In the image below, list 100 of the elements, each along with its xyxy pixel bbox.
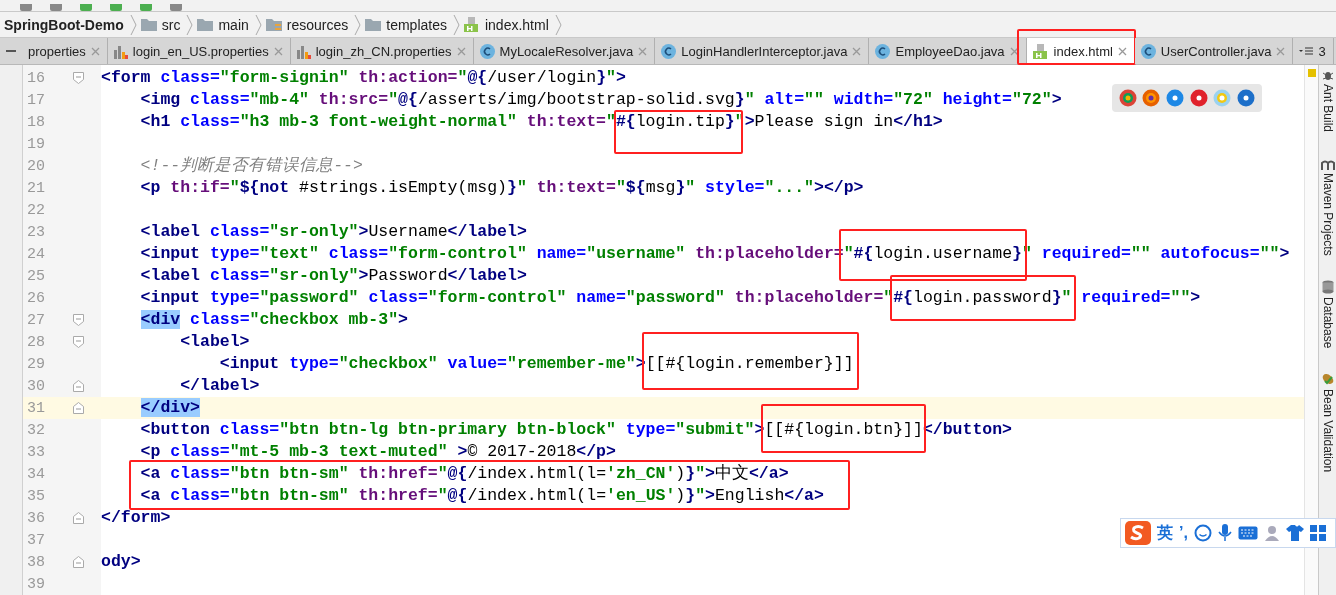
tool-window-button[interactable]: Bean Validation bbox=[1320, 372, 1335, 473]
maven-icon bbox=[1320, 160, 1335, 171]
bar-chart-icon bbox=[296, 43, 311, 59]
breadcrumb-item[interactable]: resources bbox=[261, 16, 355, 33]
code-line: ody> bbox=[101, 551, 141, 573]
punctuation-mode-label[interactable]: ’, bbox=[1179, 524, 1188, 542]
class-icon bbox=[1140, 43, 1156, 59]
chevron-icon bbox=[354, 13, 362, 36]
close-icon[interactable] bbox=[90, 46, 100, 56]
line-number: 34 bbox=[26, 465, 46, 483]
toolbar-icon[interactable] bbox=[80, 4, 92, 11]
line-number: 39 bbox=[26, 575, 46, 593]
class-icon bbox=[661, 43, 677, 59]
chevron-icon bbox=[129, 13, 137, 36]
line-number: 33 bbox=[26, 443, 46, 461]
line-number: 38 bbox=[26, 553, 46, 571]
folder-icon bbox=[365, 18, 382, 31]
toolbar-icon[interactable] bbox=[20, 4, 32, 11]
class-icon bbox=[875, 43, 891, 59]
code-line: </form> bbox=[101, 507, 171, 529]
fold-marker-icon[interactable] bbox=[73, 556, 84, 568]
toolbar-icon[interactable] bbox=[170, 4, 182, 11]
line-number: 18 bbox=[26, 113, 46, 131]
fold-marker-icon[interactable] bbox=[73, 402, 84, 414]
line-number: 24 bbox=[26, 245, 46, 263]
chevron-icon bbox=[452, 13, 460, 36]
grid-icon[interactable] bbox=[1309, 525, 1326, 541]
code-line: <img class="mb-4" th:src="@{/asserts/img/bootstrap-solid.svg}" alt="" width="72" height="72"> bbox=[139, 89, 1062, 111]
editor-tab[interactable]: UserController.java bbox=[1134, 38, 1294, 64]
line-number: 26 bbox=[26, 289, 46, 307]
code-line: <p class="mt-5 mb-3 text-muted" >© 2017-2018</p> bbox=[139, 441, 616, 463]
breadcrumb-item[interactable]: SpringBoot-Demo bbox=[0, 16, 130, 33]
html-file-icon bbox=[1032, 43, 1049, 59]
line-number: 19 bbox=[26, 135, 46, 153]
smiley-icon[interactable] bbox=[1193, 524, 1212, 542]
list-icon bbox=[1299, 46, 1314, 56]
line-number: 16 bbox=[26, 69, 46, 87]
browser-icon[interactable] bbox=[1142, 89, 1161, 107]
tool-window-button[interactable]: Ant Build bbox=[1320, 69, 1335, 133]
line-number: 27 bbox=[26, 311, 46, 329]
bug-icon bbox=[1321, 69, 1334, 81]
microphone-icon[interactable] bbox=[1217, 524, 1232, 542]
chevron-icon bbox=[186, 13, 194, 36]
keyboard-icon[interactable] bbox=[1237, 526, 1258, 540]
line-number: 31 bbox=[26, 399, 46, 417]
editor-tab[interactable]: index.html bbox=[1026, 38, 1135, 64]
line-number: 29 bbox=[26, 355, 46, 373]
line-number: 22 bbox=[26, 201, 46, 219]
code-line: <p th:if="${not #strings.isEmpty(msg)}" th:text="${msg}" style="..."></p> bbox=[139, 177, 864, 199]
close-icon[interactable] bbox=[1117, 46, 1127, 56]
tool-window-button[interactable]: Database bbox=[1320, 279, 1335, 349]
warning-marker-icon bbox=[1308, 69, 1316, 77]
fold-marker-icon[interactable] bbox=[73, 72, 84, 84]
run-icon[interactable] bbox=[110, 4, 122, 11]
debug-icon[interactable] bbox=[140, 4, 152, 11]
tool-window-button[interactable]: Maven Projects bbox=[1320, 160, 1335, 256]
close-icon[interactable] bbox=[638, 46, 648, 56]
line-number: 28 bbox=[26, 333, 46, 351]
folder-icon bbox=[197, 18, 214, 31]
close-icon[interactable] bbox=[1276, 46, 1286, 56]
close-icon[interactable] bbox=[1009, 46, 1019, 56]
breadcrumb-item[interactable]: main bbox=[193, 16, 255, 33]
input-method-logo-icon[interactable] bbox=[1125, 521, 1151, 545]
line-number: 20 bbox=[26, 157, 46, 175]
line-number: 37 bbox=[26, 531, 46, 549]
browser-icon[interactable] bbox=[1118, 89, 1137, 107]
breadcrumb-item[interactable]: index.html bbox=[459, 16, 555, 33]
close-icon[interactable] bbox=[456, 46, 466, 56]
line-number: 35 bbox=[26, 487, 46, 505]
browser-icon[interactable] bbox=[1166, 89, 1185, 107]
code-line: <label class="sr-only">Username</label> bbox=[139, 221, 527, 243]
chevron-icon bbox=[254, 13, 262, 36]
code-line: <form class="form-signin" th:action="@{/user/login}"> bbox=[101, 67, 626, 89]
line-number: 23 bbox=[26, 223, 46, 241]
browser-icon[interactable] bbox=[1237, 89, 1256, 107]
bar-chart-icon bbox=[113, 43, 128, 59]
breadcrumb-item[interactable]: templates bbox=[361, 16, 453, 33]
breadcrumb-item[interactable]: src bbox=[136, 16, 187, 33]
shirt-icon[interactable] bbox=[1285, 525, 1304, 541]
database-icon bbox=[1321, 279, 1334, 294]
line-number: 30 bbox=[26, 377, 46, 395]
toolbar-icon[interactable] bbox=[50, 4, 62, 11]
input-mode-label[interactable]: 英 bbox=[1157, 522, 1173, 544]
line-number: 32 bbox=[26, 421, 46, 439]
fold-marker-icon[interactable] bbox=[73, 380, 84, 392]
fold-marker-icon[interactable] bbox=[73, 512, 84, 524]
code-line: <!--判断是否有错误信息--> bbox=[139, 155, 363, 177]
line-number: 17 bbox=[26, 91, 46, 109]
code-line: </label> bbox=[179, 375, 260, 397]
browser-icon[interactable] bbox=[1189, 89, 1208, 107]
code-line: <a class="btn btn-sm" th:href="@{/index.html(l='en_US')}">English</a> bbox=[139, 485, 824, 507]
close-icon[interactable] bbox=[852, 46, 862, 56]
user-icon[interactable] bbox=[1263, 525, 1280, 541]
fold-marker-icon[interactable] bbox=[73, 314, 84, 326]
line-number: 36 bbox=[26, 509, 46, 527]
close-icon[interactable] bbox=[273, 46, 283, 56]
folder-icon bbox=[140, 18, 157, 31]
code-line: <label class="sr-only">Password</label> bbox=[139, 265, 527, 287]
chevron-icon bbox=[554, 13, 562, 36]
fold-marker-icon[interactable] bbox=[73, 336, 84, 348]
